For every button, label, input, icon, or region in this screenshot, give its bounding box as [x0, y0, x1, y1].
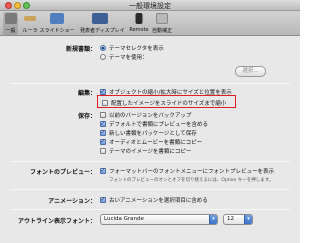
save-as-package-text: 新しい書類をパッケージとして保存: [109, 131, 197, 137]
outline-font-label: アウトライン表示フォント：: [17, 218, 96, 225]
chevron-down-icon: ▾: [244, 215, 252, 224]
ruler-icon: [24, 16, 36, 21]
outline-font-select[interactable]: Lucida Grande ▾: [100, 214, 218, 225]
copy-theme-images-checkbox[interactable]: [100, 148, 106, 154]
section-divider: [10, 209, 290, 210]
font-preview-option[interactable]: ✓ フォーマットバーのフォントメニューにフォントプレビューを表示: [100, 167, 274, 175]
include-old-animations-text: 古いアニメーションを選択項目に含める: [109, 198, 208, 204]
window-title: 一般環境設定: [129, 2, 171, 10]
use-theme-option[interactable]: テーマを使用：: [100, 53, 148, 61]
new-documents-label: 新規書類：: [65, 46, 96, 53]
tab-autocorrect[interactable]: 自動補正: [152, 12, 172, 35]
section-divider: [10, 161, 290, 162]
display-icon: [92, 13, 108, 24]
font-preview-note: フォントのプレビューのオンとオフを切り替えるには、Option キーを押します。: [109, 178, 274, 183]
copy-audio-movies-text: オーディオとムービーを書類にコピー: [109, 140, 203, 146]
show-theme-chooser-radio[interactable]: [100, 45, 106, 51]
save-as-package-option[interactable]: ✓ 新しい書類をパッケージとして保存: [100, 129, 197, 137]
switch-icon: [4, 13, 17, 24]
general-preferences-panel: 新規書類： テーマセレクタを表示 テーマを使用： 選択... 編集： ✓ オブジ…: [8, 39, 292, 240]
section-divider: [10, 83, 290, 84]
save-as-package-checkbox[interactable]: ✓: [100, 130, 106, 136]
tab-slideshow-label: スライドショー: [39, 28, 75, 34]
font-preview-text: フォーマットバーのフォントメニューにフォントプレビューを表示: [109, 169, 275, 175]
show-theme-chooser-option[interactable]: テーマセレクタを表示: [100, 44, 164, 52]
copy-theme-images-option[interactable]: テーマのイメージを書類にコピー: [100, 147, 191, 155]
preferences-window: 一般環境設定 一般 ルーラ スライドショー 発表者ディスプレイ Remote 自…: [0, 0, 300, 243]
title-bar: 一般環境設定: [0, 0, 300, 11]
show-theme-chooser-text: テーマセレクタを表示: [109, 46, 164, 52]
tab-rulers[interactable]: ルーラ: [22, 12, 38, 35]
chevron-down-icon: ▾: [209, 215, 217, 224]
slideshow-icon: [50, 13, 64, 24]
use-theme-text: テーマを使用：: [109, 55, 148, 61]
copy-audio-movies-checkbox[interactable]: ✓: [100, 139, 106, 145]
animation-label: アニメーション：: [48, 198, 96, 205]
autocorrect-icon: [156, 13, 168, 24]
tab-presenter-display-label: 発表者ディスプレイ: [80, 28, 125, 34]
copy-theme-images-text: テーマのイメージを書類にコピー: [109, 149, 192, 155]
tab-slideshow[interactable]: スライドショー: [39, 12, 75, 35]
use-theme-radio[interactable]: [100, 54, 106, 60]
preferences-toolbar: 一般 ルーラ スライドショー 発表者ディスプレイ Remote 自動補正: [0, 11, 300, 36]
highlight-annotation: [97, 95, 236, 108]
outline-font-size-value: 12: [227, 216, 234, 222]
font-preview-label: フォントのプレビュー：: [29, 169, 96, 176]
include-old-animations-option[interactable]: ✓ 古いアニメーションを選択項目に含める: [100, 196, 208, 204]
tab-presenter-display[interactable]: 発表者ディスプレイ: [80, 12, 125, 35]
section-divider: [10, 189, 290, 190]
include-preview-checkbox[interactable]: ✓: [100, 121, 106, 127]
backup-previous-text: 以前のバージョンをバックアップ: [109, 113, 192, 119]
include-preview-text: デフォルトで書類にプレビューを含める: [109, 122, 209, 128]
include-preview-option[interactable]: ✓ デフォルトで書類にプレビューを含める: [100, 120, 208, 128]
outline-font-size-select[interactable]: 12 ▾: [223, 214, 253, 225]
copy-audio-movies-option[interactable]: ✓ オーディオとムービーを書類にコピー: [100, 138, 202, 146]
outline-font-value: Lucida Grande: [104, 216, 144, 222]
editing-label: 編集：: [77, 90, 96, 97]
font-preview-checkbox[interactable]: ✓: [100, 168, 106, 174]
remote-icon: [135, 13, 143, 24]
saving-label: 保存：: [77, 113, 96, 120]
backup-previous-option[interactable]: 以前のバージョンをバックアップ: [100, 111, 191, 119]
choose-theme-button[interactable]: 選択...: [235, 66, 266, 77]
include-old-animations-checkbox[interactable]: ✓: [100, 197, 106, 203]
backup-previous-checkbox[interactable]: [100, 112, 106, 118]
tab-autocorrect-label: 自動補正: [151, 28, 172, 34]
